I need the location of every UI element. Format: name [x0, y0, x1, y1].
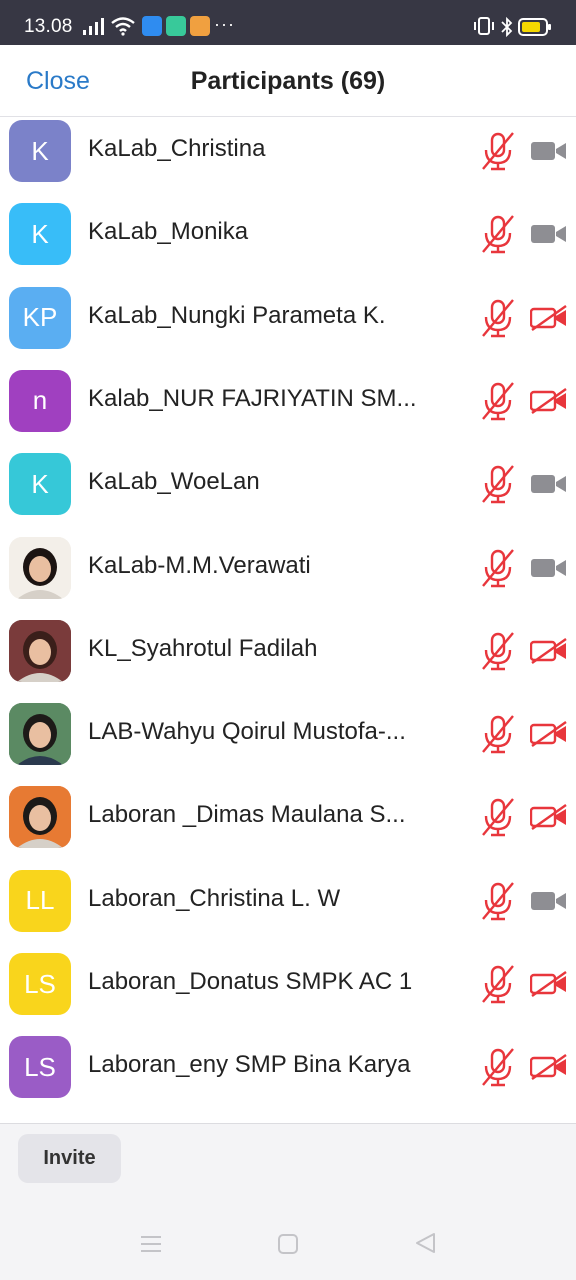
participant-row[interactable]: K KaLab_WoeLan [0, 451, 576, 534]
vibrate-icon [474, 17, 494, 35]
nav-home-icon[interactable] [278, 1234, 298, 1254]
avatar: K [9, 453, 71, 516]
nav-menu-icon[interactable] [140, 1234, 162, 1254]
video-off-icon[interactable] [530, 637, 568, 664]
participants-list[interactable]: K KaLab_Christina K KaLab_Monika KP KaLab_Nun… [0, 118, 576, 1123]
battery-icon [518, 18, 551, 36]
participant-row[interactable]: LAB-Wahyu Qoirul Mustofa-... [0, 701, 576, 784]
video-camera-icon[interactable] [530, 555, 568, 581]
page-title: Participants (69) [190, 67, 386, 95]
participant-name: Laboran _Dimas Maulana S... [88, 801, 406, 829]
participant-name: LAB-Wahyu Qoirul Mustofa-... [88, 718, 406, 746]
video-camera-icon[interactable] [530, 138, 568, 164]
participant-row[interactable]: n Kalab_NUR FAJRIYATIN SM... [0, 368, 576, 451]
avatar-photo [9, 536, 71, 599]
avatar [9, 786, 71, 849]
avatar-photo [9, 786, 71, 849]
avatar: LS [9, 1036, 71, 1099]
participant-name: Laboran_Donatus SMPK AC 1 [88, 968, 413, 995]
avatar-initials: LS [24, 1051, 56, 1082]
status-bar: 13.08 ··· [0, 0, 576, 45]
mic-muted-icon[interactable] [480, 381, 516, 421]
participant-name: KaLab_Christina [88, 135, 266, 162]
participant-row[interactable]: K KaLab_Christina [0, 118, 576, 201]
app-icon-green [166, 16, 186, 36]
participant-row[interactable]: LS Laboran_Donatus SMPK AC 1 [0, 951, 576, 1034]
participant-row[interactable]: LL Laboran_Christina L. W [0, 868, 576, 951]
bottom-bar: Invite [0, 1123, 576, 1280]
signal-icon [83, 18, 104, 35]
participant-name: Kalab_NUR FAJRIYATIN SM... [88, 384, 417, 412]
avatar: K [9, 203, 71, 266]
avatar-initials: K [31, 135, 49, 166]
mic-muted-icon[interactable] [480, 548, 516, 588]
mic-muted-icon[interactable] [480, 881, 516, 921]
mic-muted-icon[interactable] [480, 714, 516, 754]
avatar [9, 619, 71, 682]
video-off-icon[interactable] [530, 387, 568, 414]
participant-name: KL_Syahrotul Fadilah [88, 634, 318, 662]
nav-back-icon[interactable] [414, 1232, 436, 1254]
more-notifications-icon: ··· [214, 14, 235, 34]
participant-row[interactable]: KaLab-M.M.Verawati [0, 535, 576, 618]
participant-name: Laboran_eny SMP Bina Karya [88, 1051, 411, 1079]
avatar [9, 536, 71, 599]
avatar-initials: n [32, 385, 48, 416]
participant-row[interactable]: KP KaLab_Nungki Parameta K. [0, 285, 576, 368]
participant-name: Laboran_Christina L. W [88, 884, 341, 912]
video-off-icon[interactable] [530, 1054, 568, 1081]
video-off-icon[interactable] [530, 721, 568, 748]
mic-muted-icon[interactable] [480, 464, 516, 504]
bluetooth-icon [501, 16, 513, 38]
participant-name: KaLab_Nungki Parameta K. [88, 301, 386, 329]
avatar: KP [9, 286, 71, 349]
video-off-icon[interactable] [530, 971, 568, 997]
mic-muted-icon[interactable] [480, 964, 516, 1004]
mic-muted-icon[interactable] [480, 797, 516, 837]
avatar-initials: K [31, 468, 49, 499]
participant-row[interactable]: K KaLab_Monika [0, 201, 576, 284]
participant-row[interactable]: Laboran _Dimas Maulana S... [0, 784, 576, 867]
mic-muted-icon[interactable] [480, 131, 516, 171]
avatar-photo [9, 619, 71, 682]
mic-muted-icon[interactable] [480, 1047, 516, 1087]
avatar: K [9, 120, 71, 182]
participant-name: KaLab_Monika [88, 218, 249, 246]
app-icon-blue [142, 16, 162, 36]
video-camera-icon[interactable] [530, 471, 568, 497]
participant-row[interactable]: LS Laboran_eny SMP Bina Karya [0, 1034, 576, 1117]
video-camera-icon[interactable] [530, 888, 568, 914]
status-time: 13.08 [24, 16, 73, 37]
participants-header: Close Participants (69) [0, 45, 576, 117]
participant-row[interactable]: KL_Syahrotul Fadilah [0, 618, 576, 701]
invite-button[interactable]: Invite [18, 1134, 121, 1183]
avatar-photo [9, 703, 71, 766]
app-icon-orange [190, 16, 210, 36]
mic-muted-icon[interactable] [480, 298, 516, 338]
avatar: n [9, 369, 71, 432]
avatar-initials: LS [24, 968, 56, 999]
avatar: LS [9, 953, 71, 1015]
wifi-icon [111, 17, 135, 36]
avatar [9, 703, 71, 766]
avatar-initials: LL [25, 885, 55, 916]
participant-name: KaLab-M.M.Verawati [88, 551, 311, 579]
video-off-icon[interactable] [530, 804, 568, 831]
video-camera-icon[interactable] [530, 221, 568, 247]
avatar-initials: KP [22, 302, 58, 333]
avatar-initials: K [31, 218, 49, 249]
avatar: LL [9, 869, 71, 932]
mic-muted-icon[interactable] [480, 631, 516, 671]
mic-muted-icon[interactable] [480, 214, 516, 254]
participant-name: KaLab_WoeLan [88, 468, 260, 496]
video-off-icon[interactable] [530, 304, 568, 331]
